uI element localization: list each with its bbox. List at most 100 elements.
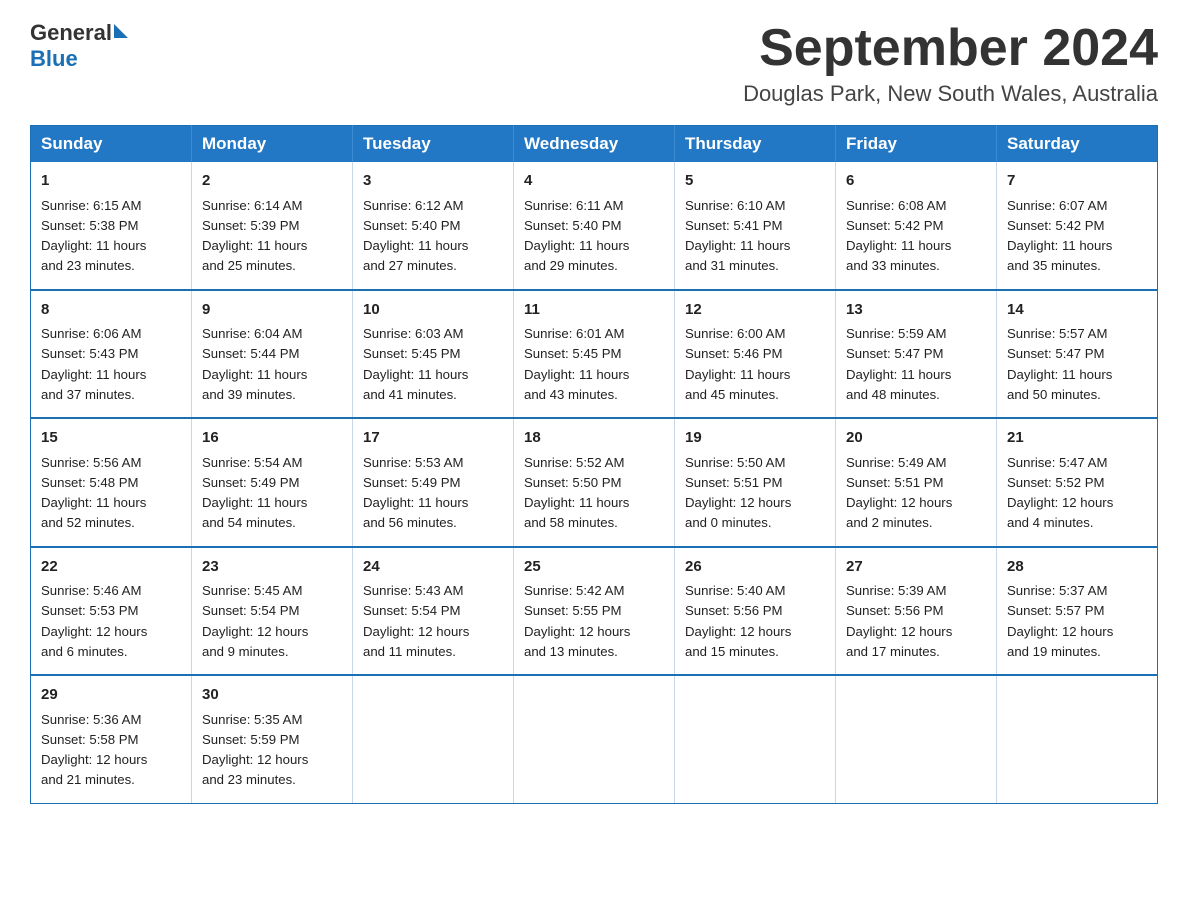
logo-triangle-icon (114, 24, 128, 38)
calendar-week-row: 8 Sunrise: 6:06 AMSunset: 5:43 PMDaylight… (31, 290, 1158, 419)
day-info-block: Sunrise: 5:40 AMSunset: 5:56 PMDaylight:… (685, 583, 791, 659)
calendar-cell: 6 Sunrise: 6:08 AMSunset: 5:42 PMDaylight… (836, 162, 997, 290)
day-info-block: Sunrise: 6:12 AMSunset: 5:40 PMDaylight:… (363, 198, 468, 274)
calendar-cell: 22Sunrise: 5:46 AMSunset: 5:53 PMDayligh… (31, 547, 192, 676)
day-info-block: Sunrise: 5:53 AMSunset: 5:49 PMDaylight:… (363, 455, 468, 531)
calendar-cell: 23 Sunrise: 5:45 AMSunset: 5:54 PMDayligh… (192, 547, 353, 676)
calendar-cell: 30 Sunrise: 5:35 AMSunset: 5:59 PMDayligh… (192, 675, 353, 803)
day-number: 29 (41, 684, 181, 707)
day-info-block: Sunrise: 6:11 AMSunset: 5:40 PMDaylight:… (524, 198, 629, 274)
day-info-block: Sunrise: 6:08 AMSunset: 5:42 PMDaylight:… (846, 198, 951, 274)
calendar-cell (514, 675, 675, 803)
weekday-header-tuesday: Tuesday (353, 126, 514, 163)
logo-general-text: General (30, 20, 112, 46)
day-info-block: Sunrise: 6:06 AMSunset: 5:43 PMDaylight:… (41, 326, 146, 402)
day-number: 21 (1007, 427, 1147, 450)
day-info-block: Sunrise: 5:50 AMSunset: 5:51 PMDaylight:… (685, 455, 791, 531)
day-number: 23 (202, 556, 342, 579)
day-number: 30 (202, 684, 342, 707)
calendar-week-row: 1Sunrise: 6:15 AMSunset: 5:38 PMDaylight… (31, 162, 1158, 290)
day-info-block: Sunrise: 5:43 AMSunset: 5:54 PMDaylight:… (363, 583, 469, 659)
day-info-block: Sunrise: 6:04 AMSunset: 5:44 PMDaylight:… (202, 326, 307, 402)
day-number: 14 (1007, 299, 1147, 322)
calendar-cell: 9Sunrise: 6:04 AMSunset: 5:44 PMDaylight… (192, 290, 353, 419)
title-area: September 2024 Douglas Park, New South W… (743, 20, 1158, 107)
day-number: 20 (846, 427, 986, 450)
calendar-cell (836, 675, 997, 803)
weekday-header-friday: Friday (836, 126, 997, 163)
calendar-cell: 19 Sunrise: 5:50 AMSunset: 5:51 PMDayligh… (675, 418, 836, 547)
calendar-cell: 2 Sunrise: 6:14 AMSunset: 5:39 PMDaylight… (192, 162, 353, 290)
calendar-cell: 18Sunrise: 5:52 AMSunset: 5:50 PMDayligh… (514, 418, 675, 547)
day-number: 13 (846, 299, 986, 322)
weekday-header-saturday: Saturday (997, 126, 1158, 163)
logo-blue-text: Blue (30, 46, 78, 71)
calendar-cell: 29 Sunrise: 5:36 AMSunset: 5:58 PMDayligh… (31, 675, 192, 803)
calendar-cell: 24 Sunrise: 5:43 AMSunset: 5:54 PMDayligh… (353, 547, 514, 676)
day-number: 8 (41, 299, 181, 322)
day-info-block: Sunrise: 5:59 AMSunset: 5:47 PMDaylight:… (846, 326, 951, 402)
day-info-block: Sunrise: 5:45 AMSunset: 5:54 PMDaylight:… (202, 583, 308, 659)
calendar-cell: 20 Sunrise: 5:49 AMSunset: 5:51 PMDayligh… (836, 418, 997, 547)
day-info-block: Sunrise: 5:52 AMSunset: 5:50 PMDaylight:… (524, 455, 629, 531)
day-info-block: Sunrise: 5:49 AMSunset: 5:51 PMDaylight:… (846, 455, 952, 531)
day-info-block: Sunrise: 5:39 AMSunset: 5:56 PMDaylight:… (846, 583, 952, 659)
day-info-block: Sunrise: 6:14 AMSunset: 5:39 PMDaylight:… (202, 198, 307, 274)
weekday-header-wednesday: Wednesday (514, 126, 675, 163)
day-info-block: Sunrise: 6:07 AMSunset: 5:42 PMDaylight:… (1007, 198, 1112, 274)
calendar-week-row: 22Sunrise: 5:46 AMSunset: 5:53 PMDayligh… (31, 547, 1158, 676)
day-info-block: Sunrise: 5:56 AMSunset: 5:48 PMDaylight:… (41, 455, 146, 531)
calendar-table: SundayMondayTuesdayWednesdayThursdayFrid… (30, 125, 1158, 804)
month-title: September 2024 (743, 20, 1158, 77)
calendar-cell (997, 675, 1158, 803)
weekday-header-thursday: Thursday (675, 126, 836, 163)
calendar-week-row: 15 Sunrise: 5:56 AMSunset: 5:48 PMDayligh… (31, 418, 1158, 547)
calendar-cell (353, 675, 514, 803)
calendar-cell: 25Sunrise: 5:42 AMSunset: 5:55 PMDayligh… (514, 547, 675, 676)
calendar-cell: 28Sunrise: 5:37 AMSunset: 5:57 PMDayligh… (997, 547, 1158, 676)
calendar-cell: 7 Sunrise: 6:07 AMSunset: 5:42 PMDaylight… (997, 162, 1158, 290)
day-info-block: Sunrise: 5:57 AMSunset: 5:47 PMDaylight:… (1007, 326, 1112, 402)
day-number: 15 (41, 427, 181, 450)
page-header: General Blue September 2024 Douglas Park… (30, 20, 1158, 107)
day-info-block: Sunrise: 6:10 AMSunset: 5:41 PMDaylight:… (685, 198, 790, 274)
calendar-cell: 4Sunrise: 6:11 AMSunset: 5:40 PMDaylight… (514, 162, 675, 290)
day-number: 6 (846, 170, 986, 193)
day-number: 2 (202, 170, 342, 193)
day-number: 12 (685, 299, 825, 322)
day-info-block: Sunrise: 5:46 AMSunset: 5:53 PMDaylight:… (41, 583, 147, 659)
weekday-header-monday: Monday (192, 126, 353, 163)
calendar-cell: 12 Sunrise: 6:00 AMSunset: 5:46 PMDayligh… (675, 290, 836, 419)
day-info-block: Sunrise: 5:36 AMSunset: 5:58 PMDaylight:… (41, 712, 147, 788)
day-number: 17 (363, 427, 503, 450)
day-info-block: Sunrise: 6:00 AMSunset: 5:46 PMDaylight:… (685, 326, 790, 402)
day-info-block: Sunrise: 6:15 AMSunset: 5:38 PMDaylight:… (41, 198, 146, 274)
calendar-cell: 16 Sunrise: 5:54 AMSunset: 5:49 PMDayligh… (192, 418, 353, 547)
day-number: 19 (685, 427, 825, 450)
day-number: 10 (363, 299, 503, 322)
day-info-block: Sunrise: 5:42 AMSunset: 5:55 PMDaylight:… (524, 583, 630, 659)
day-number: 7 (1007, 170, 1147, 193)
calendar-cell: 13 Sunrise: 5:59 AMSunset: 5:47 PMDayligh… (836, 290, 997, 419)
calendar-cell: 15 Sunrise: 5:56 AMSunset: 5:48 PMDayligh… (31, 418, 192, 547)
day-number: 16 (202, 427, 342, 450)
calendar-week-row: 29 Sunrise: 5:36 AMSunset: 5:58 PMDayligh… (31, 675, 1158, 803)
day-info-block: Sunrise: 5:47 AMSunset: 5:52 PMDaylight:… (1007, 455, 1113, 531)
logo: General Blue (30, 20, 128, 73)
day-info-block: Sunrise: 6:01 AMSunset: 5:45 PMDaylight:… (524, 326, 629, 402)
calendar-cell: 3Sunrise: 6:12 AMSunset: 5:40 PMDaylight… (353, 162, 514, 290)
calendar-cell: 5Sunrise: 6:10 AMSunset: 5:41 PMDaylight… (675, 162, 836, 290)
calendar-cell (675, 675, 836, 803)
calendar-cell: 17 Sunrise: 5:53 AMSunset: 5:49 PMDayligh… (353, 418, 514, 547)
location-title: Douglas Park, New South Wales, Australia (743, 81, 1158, 107)
day-number: 28 (1007, 556, 1147, 579)
calendar-cell: 27 Sunrise: 5:39 AMSunset: 5:56 PMDayligh… (836, 547, 997, 676)
calendar-cell: 21 Sunrise: 5:47 AMSunset: 5:52 PMDayligh… (997, 418, 1158, 547)
day-number: 26 (685, 556, 825, 579)
calendar-cell: 1Sunrise: 6:15 AMSunset: 5:38 PMDaylight… (31, 162, 192, 290)
day-number: 27 (846, 556, 986, 579)
calendar-cell: 10Sunrise: 6:03 AMSunset: 5:45 PMDayligh… (353, 290, 514, 419)
day-info-block: Sunrise: 5:35 AMSunset: 5:59 PMDaylight:… (202, 712, 308, 788)
day-info-block: Sunrise: 5:54 AMSunset: 5:49 PMDaylight:… (202, 455, 307, 531)
day-number: 24 (363, 556, 503, 579)
